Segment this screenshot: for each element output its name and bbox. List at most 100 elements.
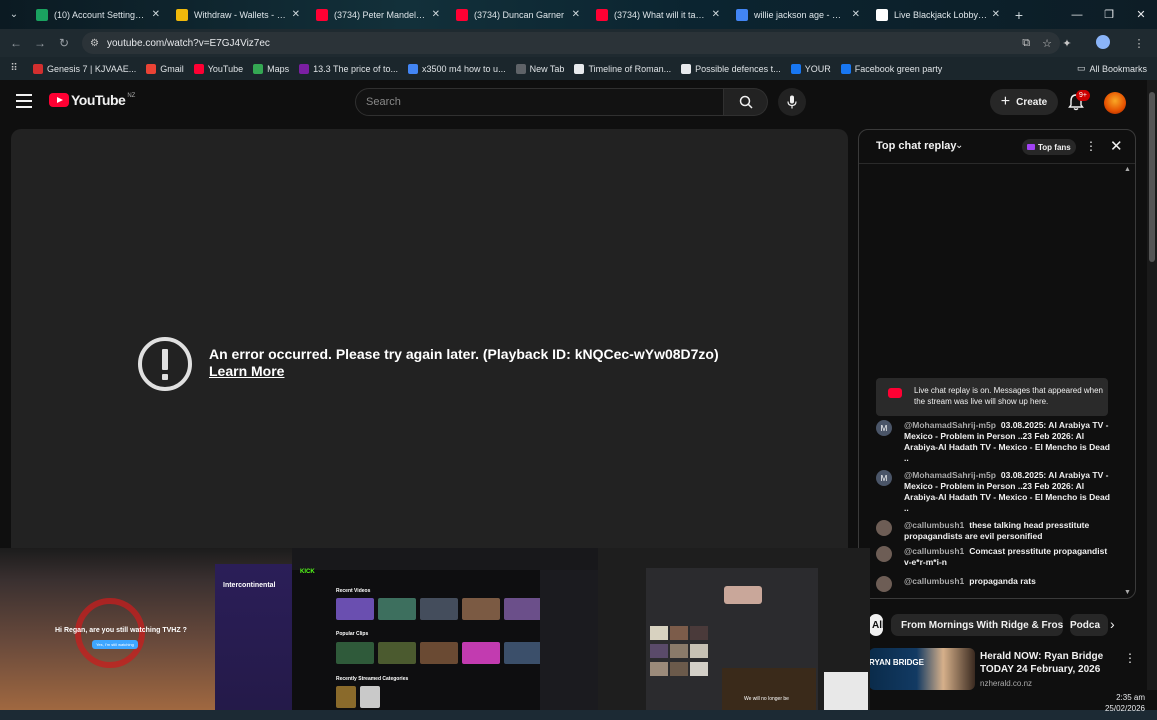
- tab-title: (3734) What will it take f: [614, 9, 708, 20]
- window-preview-kick[interactable]: KICK Recent Videos Popular Clips Recentl…: [292, 548, 598, 710]
- scroll-down-icon[interactable]: ▼: [1124, 589, 1131, 596]
- kick-video-tile: [336, 598, 374, 620]
- browser-tab[interactable]: Live Blackjack Lobby - Pl ✕: [868, 0, 1008, 29]
- kick-chat: [540, 570, 598, 710]
- bookmark-favicon-icon: [681, 63, 692, 74]
- bookmark-favicon-icon: [299, 63, 310, 74]
- browser-tab[interactable]: willie jackson age - Goo ✕: [728, 0, 868, 29]
- chevron-down-icon[interactable]: ⌄: [955, 140, 963, 151]
- browser-tab[interactable]: (3734) What will it take f ✕: [588, 0, 728, 29]
- all-bookmarks-button[interactable]: ▭ All Bookmarks: [1077, 63, 1147, 74]
- install-app-icon[interactable]: ⧉: [1022, 37, 1030, 50]
- chat-author-name[interactable]: @MohamadSahrij-m5p: [904, 420, 996, 430]
- site-info-icon[interactable]: ⚙: [90, 38, 99, 49]
- chat-mode-selector[interactable]: Top chat replay: [876, 140, 956, 152]
- browser-tab[interactable]: Withdraw - Wallets - Bin ✕: [168, 0, 308, 29]
- bookmark-item[interactable]: YouTube: [189, 63, 248, 74]
- page-scrollbar-thumb[interactable]: [1149, 92, 1155, 262]
- chat-author-avatar[interactable]: [876, 576, 892, 592]
- url-field[interactable]: ⚙ youtube.com/watch?v=E7GJ4Viz7ec ⧉ ☆: [82, 32, 1060, 54]
- chat-author-avatar[interactable]: [876, 520, 892, 536]
- bookmark-item[interactable]: Gmail: [141, 63, 189, 74]
- bookmark-item[interactable]: Maps: [248, 63, 294, 74]
- browser-menu-icon[interactable]: ⋮: [1121, 37, 1157, 50]
- tab-close-icon[interactable]: ✕: [712, 9, 720, 20]
- bookmark-item[interactable]: Genesis 7 | KJVAAE...: [28, 63, 141, 74]
- tab-close-icon[interactable]: ✕: [572, 9, 580, 20]
- voice-search-button[interactable]: [778, 88, 806, 116]
- tab-close-icon[interactable]: ✕: [152, 9, 160, 20]
- youtube-logo[interactable]: YouTube NZ: [49, 92, 135, 108]
- create-button[interactable]: + Create: [990, 89, 1058, 115]
- tab-favicon-icon: [876, 8, 888, 21]
- chat-author-name[interactable]: @MohamadSahrij-m5p: [904, 470, 996, 480]
- reload-icon[interactable]: ↻: [52, 36, 76, 50]
- chat-scrollbar[interactable]: ▲ ▼: [1124, 166, 1132, 596]
- chip-podcasts[interactable]: Podca: [1070, 614, 1108, 636]
- bookmark-item[interactable]: x3500 m4 how to u...: [403, 63, 511, 74]
- bookmark-item[interactable]: Timeline of Roman...: [569, 63, 676, 74]
- browser-tab[interactable]: (3734) Duncan Garner ✕: [448, 0, 588, 29]
- account-avatar[interactable]: [1104, 92, 1126, 114]
- close-window-icon[interactable]: ✕: [1125, 0, 1157, 29]
- feed-image: [650, 644, 668, 658]
- top-fans-button[interactable]: Top fans: [1022, 139, 1076, 155]
- country-code: NZ: [127, 93, 136, 99]
- apps-grid-icon[interactable]: ⠿: [0, 63, 28, 74]
- recommendation-title[interactable]: Herald NOW: Ryan Bridge TODAY 24 Februar…: [980, 650, 1120, 676]
- bookmark-label: Maps: [267, 63, 290, 74]
- learn-more-link[interactable]: Learn More: [209, 363, 284, 379]
- bookmark-item[interactable]: Possible defences t...: [676, 63, 786, 74]
- youtube-icon: [888, 388, 902, 398]
- browser-tab[interactable]: (3734) Peter Mandelson ✕: [308, 0, 448, 29]
- extensions-icon[interactable]: ✦: [1049, 37, 1085, 50]
- scroll-up-icon[interactable]: ▲: [1124, 166, 1131, 173]
- chat-author-name[interactable]: @callumbush1: [904, 576, 964, 586]
- bookmark-item[interactable]: 13.3 The price of to...: [294, 63, 403, 74]
- windows-taskbar: [0, 710, 1157, 720]
- bookmark-item[interactable]: New Tab: [511, 63, 570, 74]
- window-preview-social[interactable]: We will no longer be: [598, 548, 870, 710]
- bookmark-label: YOUR: [804, 63, 831, 74]
- recommendation-thumbnail[interactable]: RYAN BRIDGE: [869, 648, 975, 690]
- chip-mornings[interactable]: From Mornings With Ridge & Frost: [891, 614, 1063, 636]
- search-input[interactable]: Search: [355, 88, 724, 116]
- recommendation-chips: All From Mornings With Ridge & Frost Pod…: [869, 614, 1139, 636]
- chevron-right-icon[interactable]: ›: [1110, 616, 1115, 632]
- chat-author-name[interactable]: @callumbush1: [904, 520, 964, 530]
- recommendation-more-icon[interactable]: ⋮: [1124, 651, 1136, 665]
- tab-search-icon[interactable]: ⌄: [0, 0, 28, 29]
- tab-close-icon[interactable]: ✕: [852, 9, 860, 20]
- tab-title: (3734) Peter Mandelson: [334, 9, 428, 20]
- page-scrollbar[interactable]: [1147, 80, 1157, 690]
- search-button[interactable]: [724, 88, 768, 116]
- minimize-icon[interactable]: —: [1061, 0, 1093, 29]
- chat-author-avatar[interactable]: M: [876, 470, 892, 486]
- more-options-icon[interactable]: ⋮: [1085, 139, 1097, 153]
- bookmark-item[interactable]: Facebook green party: [836, 63, 948, 74]
- forward-icon[interactable]: →: [28, 36, 52, 50]
- chip-all[interactable]: All: [869, 614, 883, 636]
- tab-close-icon[interactable]: ✕: [992, 9, 1000, 20]
- taskbar-window-previews: Hi Regan, are you still watching TVHZ ? …: [0, 548, 870, 710]
- tab-close-icon[interactable]: ✕: [432, 9, 440, 20]
- new-tab-icon[interactable]: +: [1008, 7, 1030, 23]
- restore-icon[interactable]: ❐: [1093, 0, 1125, 29]
- recommendation-channel[interactable]: nzherald.co.nz: [980, 679, 1032, 688]
- feed-image: [670, 626, 688, 640]
- chat-author-avatar[interactable]: M: [876, 420, 892, 436]
- bookmark-favicon-icon: [574, 63, 585, 74]
- system-clock[interactable]: 2:35 am 25/02/2026: [1085, 692, 1145, 714]
- tab-close-icon[interactable]: ✕: [292, 9, 300, 20]
- browser-tab[interactable]: (10) Account Settings / S ✕: [28, 0, 168, 29]
- kick-clip-tile: [336, 642, 374, 664]
- profile-icon[interactable]: [1085, 34, 1121, 52]
- window-preview-tvnz[interactable]: Hi Regan, are you still watching TVHZ ? …: [0, 548, 292, 710]
- guide-menu-icon[interactable]: [16, 94, 32, 108]
- omnibox-actions: ⧉ ☆: [1022, 32, 1052, 54]
- bookmark-item[interactable]: YOUR: [786, 63, 836, 74]
- back-icon[interactable]: ←: [4, 36, 28, 50]
- close-chat-icon[interactable]: ✕: [1110, 137, 1123, 155]
- chat-author-avatar[interactable]: [876, 546, 892, 562]
- chat-author-name[interactable]: @callumbush1: [904, 546, 964, 556]
